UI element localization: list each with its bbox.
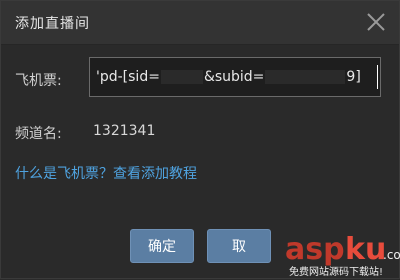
ticket-label: 飞机票: (15, 73, 62, 89)
svg-text:免费网站源码下载站!: 免费网站源码下载站! (289, 265, 383, 278)
channel-value: 1321341 (93, 123, 156, 139)
dialog-title: 添加直播间 (15, 16, 90, 32)
text-caret (377, 65, 378, 89)
ticket-redacted-2 (265, 70, 346, 84)
ticket-value-mid: &subid= (203, 69, 265, 85)
ticket-input[interactable]: 'pd-[sid= &subid= 9] (89, 57, 381, 97)
svg-text:asp: asp (285, 232, 345, 267)
svg-text:ku: ku (345, 232, 386, 267)
help-tutorial-link[interactable]: 什么是飞机票？查看添加教程 (15, 163, 197, 183)
svg-text:.com: .com (383, 248, 400, 262)
ticket-value-end: 9] (346, 69, 361, 85)
confirm-button[interactable]: 确定 (130, 229, 194, 263)
cancel-button[interactable]: 取 (207, 229, 271, 263)
close-icon (367, 13, 385, 31)
close-button[interactable] (363, 9, 389, 35)
dialog-titlebar: 添加直播间 (1, 1, 399, 45)
ticket-redacted-1 (160, 70, 203, 84)
channel-label: 频道名: (15, 126, 62, 142)
add-live-room-dialog: 添加直播间 飞机票: 'pd-[sid= &subid= 9] 频道名: 13213… (0, 0, 400, 279)
ticket-value-start: 'pd-[sid= (96, 69, 160, 85)
aspku-watermark-logo: asp ku .com 免费网站源码下载站! (285, 232, 400, 278)
